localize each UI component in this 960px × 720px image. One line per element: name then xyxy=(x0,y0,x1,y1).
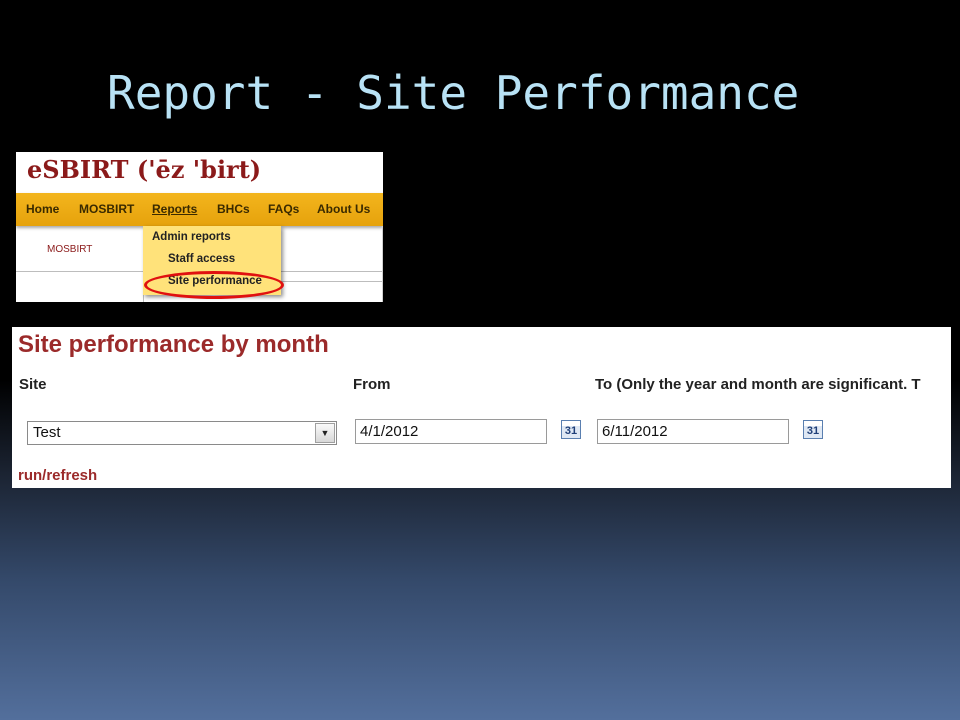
to-label: To (Only the year and month are signific… xyxy=(595,376,921,393)
nav-reports[interactable]: Reports xyxy=(152,193,197,226)
run-refresh-link[interactable]: run/refresh xyxy=(18,466,97,486)
site-select-value: Test xyxy=(33,424,61,441)
highlight-circle xyxy=(144,271,284,299)
menu-item-admin-reports[interactable]: Admin reports xyxy=(152,227,231,247)
nav-bhcs[interactable]: BHCs xyxy=(217,193,250,226)
nav-about-us[interactable]: About Us xyxy=(317,193,370,226)
menu-item-staff-access[interactable]: Staff access xyxy=(168,249,235,269)
nav-home[interactable]: Home xyxy=(26,193,59,226)
nav-mosbirt[interactable]: MOSBIRT xyxy=(79,193,134,226)
chevron-down-icon[interactable]: ▼ xyxy=(315,423,335,443)
from-label: From xyxy=(353,376,391,393)
main-nav-bar: Home MOSBIRT Reports BHCs FAQs About Us xyxy=(16,193,383,226)
slide-title: Report - Site Performance xyxy=(107,66,800,120)
nav-faqs[interactable]: FAQs xyxy=(268,193,299,226)
divider xyxy=(382,226,383,302)
site-performance-form-screenshot: Site performance by month Site From To (… xyxy=(12,327,951,488)
report-title: Site performance by month xyxy=(18,331,329,358)
breadcrumb[interactable]: MOSBIRT xyxy=(16,226,143,270)
from-date-input[interactable] xyxy=(355,419,547,444)
calendar-icon[interactable]: 31 xyxy=(561,420,581,439)
site-label: Site xyxy=(19,376,47,393)
calendar-icon[interactable]: 31 xyxy=(803,420,823,439)
to-date-input[interactable] xyxy=(597,419,789,444)
site-select[interactable]: Test ▼ xyxy=(27,421,337,445)
esbirt-logo[interactable]: eSBIRT ('ēz 'birt) xyxy=(27,152,261,188)
